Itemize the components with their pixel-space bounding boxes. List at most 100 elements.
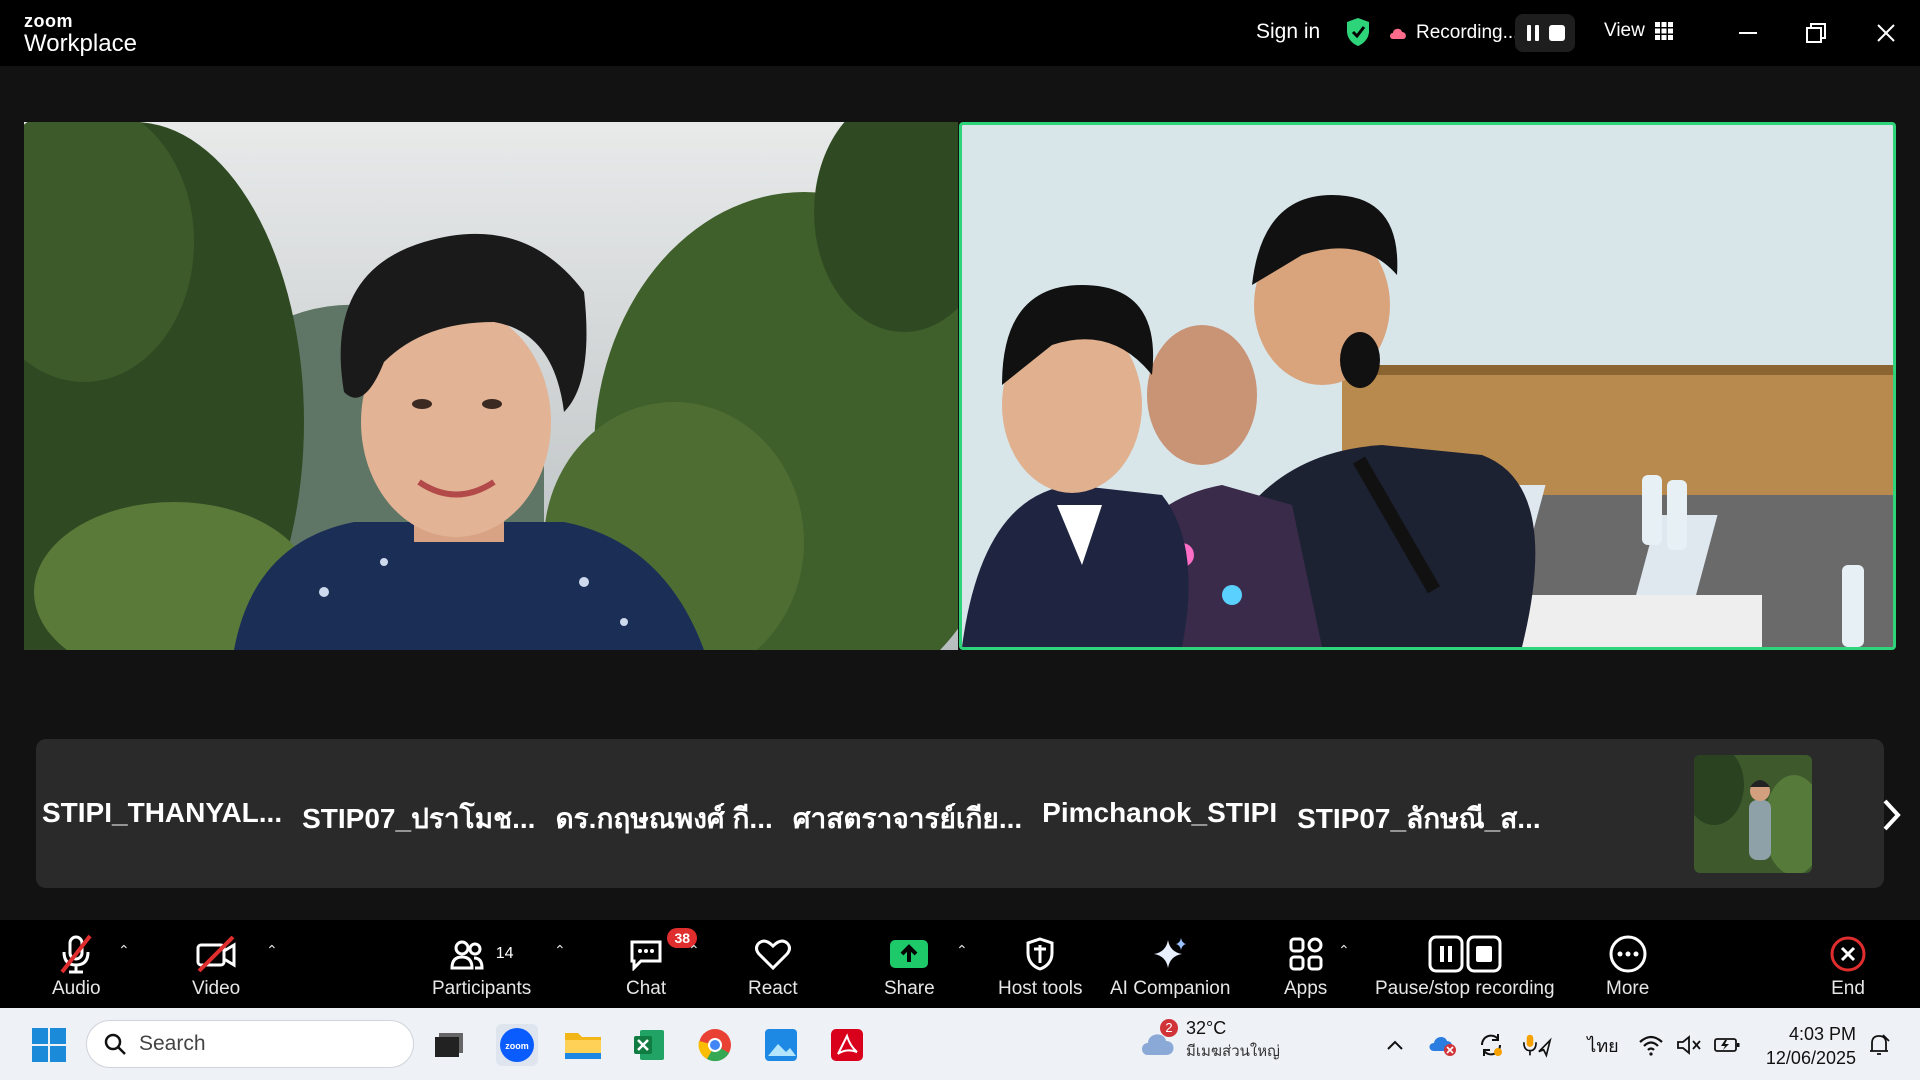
onedrive-status[interactable]: [1428, 1030, 1458, 1060]
taskbar-zoom-app[interactable]: zoom: [496, 1024, 538, 1066]
video-options-caret-icon[interactable]: ⌃: [266, 942, 278, 959]
notifications-button[interactable]: [1864, 1030, 1894, 1060]
camera-off-icon: [196, 936, 236, 972]
taskbar-search-box[interactable]: Search: [86, 1020, 414, 1068]
restore-button[interactable]: [1801, 18, 1831, 48]
end-meeting-button[interactable]: End: [1830, 934, 1866, 1000]
ai-companion-label: AI Companion: [1110, 978, 1231, 999]
conference-room-image: [962, 125, 1893, 647]
grid-view-icon: [1654, 22, 1673, 40]
taskbar-chrome[interactable]: [694, 1024, 736, 1066]
photos-icon: [765, 1029, 797, 1061]
participants-button[interactable]: 14 Participants: [432, 934, 531, 1000]
weather-temperature: 32°C: [1186, 1018, 1227, 1038]
wifi-icon: [1639, 1035, 1663, 1056]
participants-label: Participants: [432, 978, 532, 999]
taskbar-acrobat[interactable]: [826, 1024, 868, 1066]
system-clock[interactable]: 4:03 PM 12/06/2025: [1760, 1022, 1856, 1070]
microphone-location-icon: [1523, 1034, 1552, 1058]
stop-recording-icon[interactable]: [1548, 24, 1566, 42]
participants-options-caret-icon[interactable]: ⌃: [554, 942, 566, 959]
participant-video-active-speaker[interactable]: [959, 122, 1896, 650]
volume-status[interactable]: [1674, 1030, 1704, 1060]
app-logo: zoom Workplace: [24, 12, 137, 56]
recording-indicator: Recording...: [1388, 22, 1518, 44]
audio-button[interactable]: Audio: [52, 934, 101, 1000]
participant-name[interactable]: Pimchanok_STIPI: [1042, 797, 1277, 841]
task-view-button[interactable]: [428, 1024, 470, 1066]
participant-name[interactable]: ดร.กฤษณพงศ์ กี...: [555, 797, 772, 841]
title-bar: zoom Workplace Sign in Recording... View: [0, 0, 1920, 66]
heart-icon: [754, 939, 791, 970]
chat-options-caret-icon[interactable]: ⌃: [688, 942, 700, 959]
clock-date: 12/06/2025: [1765, 1048, 1856, 1068]
recording-label: Recording...: [1416, 22, 1519, 43]
taskbar-file-explorer[interactable]: [562, 1024, 604, 1066]
chat-button[interactable]: 38 Chat: [626, 928, 698, 1000]
chat-bubble-icon: [630, 940, 662, 971]
next-participants-arrow-icon[interactable]: [1876, 795, 1906, 835]
end-label: End: [1831, 978, 1865, 999]
pause-stop-recording-label: Pause/stop recording: [1375, 978, 1555, 999]
participant-video-left[interactable]: [24, 122, 958, 650]
ai-companion-button[interactable]: AI Companion: [1110, 934, 1230, 1000]
sign-in-link[interactable]: Sign in: [1256, 20, 1320, 44]
share-button[interactable]: Share: [884, 934, 935, 1000]
host-tools-button[interactable]: Host tools: [998, 934, 1082, 1000]
view-button[interactable]: View: [1604, 20, 1673, 42]
task-view-icon: [435, 1033, 463, 1057]
view-label: View: [1604, 20, 1645, 41]
language-label: ไทย: [1587, 1035, 1619, 1056]
close-window-button[interactable]: [1871, 18, 1901, 48]
close-icon: [1877, 24, 1895, 42]
folder-icon: [565, 1033, 601, 1059]
share-options-caret-icon[interactable]: ⌃: [956, 942, 968, 959]
participant-name-strip: STIPI_THANYAL... STIP07_ปราโมช... ดร.กฤษ…: [36, 739, 1884, 888]
show-hidden-icons-chevron-icon[interactable]: [1380, 1030, 1410, 1060]
participant-names: STIPI_THANYAL... STIP07_ปราโมช... ดร.กฤษ…: [42, 797, 1561, 841]
cloud-recording-icon: [1390, 28, 1406, 39]
more-button[interactable]: More: [1606, 934, 1649, 1000]
microphone-muted-icon: [60, 934, 92, 974]
participant-name[interactable]: STIPI_THANYAL...: [42, 797, 282, 841]
chat-label: Chat: [626, 978, 667, 999]
windows-logo-icon: [32, 1028, 66, 1062]
logo-brand-top: zoom: [24, 11, 73, 31]
more-label: More: [1606, 978, 1650, 999]
meeting-toolbar: Audio ⌃ Video ⌃ 14 Participants ⌃ 38 Cha…: [0, 920, 1920, 1008]
participant-name[interactable]: STIP07_ปราโมช...: [302, 797, 535, 841]
apps-options-caret-icon[interactable]: ⌃: [1338, 942, 1350, 959]
notification-bell-icon: [1870, 1034, 1890, 1055]
search-placeholder: Search: [139, 1032, 206, 1055]
audio-options-caret-icon[interactable]: ⌃: [118, 942, 130, 959]
react-button[interactable]: React: [748, 934, 798, 1000]
apps-button[interactable]: Apps: [1284, 934, 1327, 1000]
battery-status[interactable]: [1712, 1030, 1742, 1060]
video-button[interactable]: Video: [192, 934, 240, 1000]
sync-status[interactable]: [1476, 1030, 1506, 1060]
input-language[interactable]: ไทย: [1580, 1030, 1626, 1060]
zoom-app-icon: zoom: [500, 1028, 534, 1062]
windows-taskbar: Search zoom 2 32°C มีเมฆส่วนใหญ่ ไทย 4:0…: [0, 1008, 1920, 1080]
pause-stop-recording-button[interactable]: Pause/stop recording: [1375, 934, 1555, 1000]
share-label: Share: [884, 978, 935, 999]
taskbar-photos[interactable]: [760, 1024, 802, 1066]
host-shield-icon: [1026, 937, 1054, 971]
minimize-button[interactable]: [1733, 18, 1763, 48]
chrome-icon: [698, 1029, 731, 1062]
network-status[interactable]: [1636, 1030, 1666, 1060]
sync-icon: [1480, 1034, 1502, 1056]
microphone-in-use[interactable]: [1522, 1030, 1552, 1060]
excel-icon: [634, 1030, 664, 1060]
pause-recording-icon[interactable]: [1525, 24, 1541, 42]
participants-count: 14: [495, 945, 514, 962]
participant-name[interactable]: ศาสตราจารย์เกีย...: [793, 797, 1022, 841]
svg-text:zoom: zoom: [505, 1041, 529, 1051]
participant-thumbnail[interactable]: [1694, 755, 1812, 873]
start-button[interactable]: [28, 1024, 70, 1066]
acrobat-icon: [831, 1029, 863, 1061]
weather-widget[interactable]: 2 32°C มีเมฆส่วนใหญ่: [1138, 1018, 1280, 1063]
security-shield-icon[interactable]: [1345, 17, 1371, 47]
participant-name[interactable]: STIP07_ลักษณี_ส...: [1297, 797, 1541, 841]
taskbar-excel[interactable]: [628, 1024, 670, 1066]
